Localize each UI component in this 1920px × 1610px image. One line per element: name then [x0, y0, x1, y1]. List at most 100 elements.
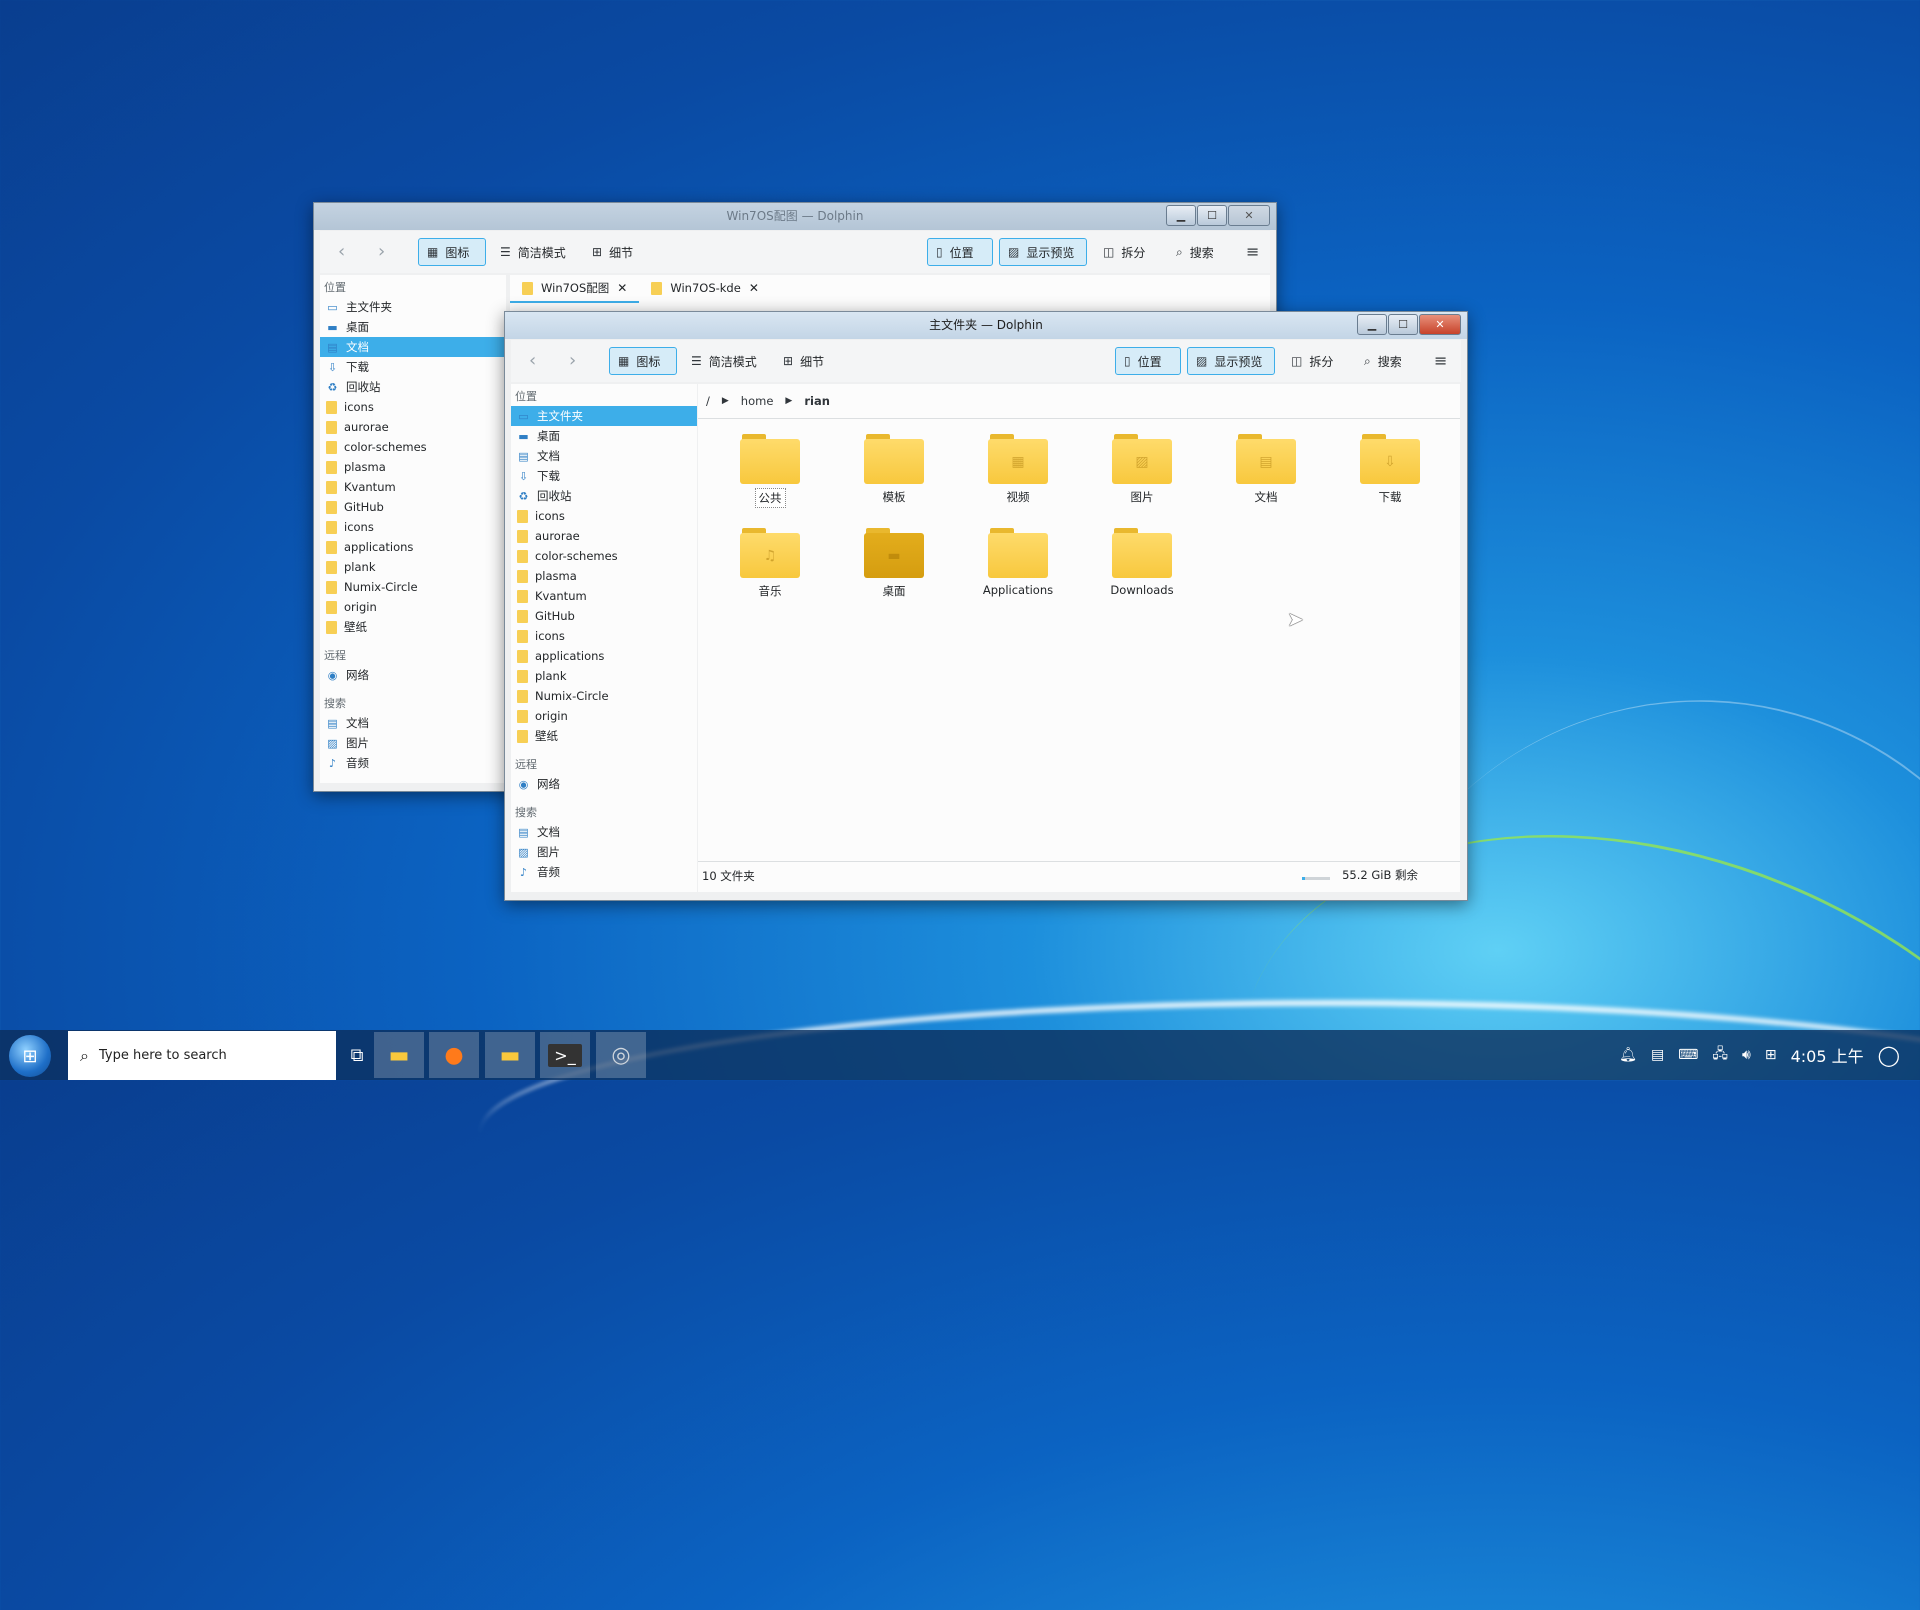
close-button[interactable]: ✕ [1419, 314, 1461, 335]
sidebar-item[interactable]: color-schemes [320, 437, 506, 457]
close-tab-icon[interactable]: ✕ [617, 281, 627, 295]
maximize-button[interactable]: ☐ [1197, 205, 1227, 226]
sidebar-search-item[interactable]: ▤ 文档 [511, 822, 697, 842]
sidebar-item[interactable]: Kvantum [511, 586, 697, 606]
sidebar-item[interactable]: ▭ 主文件夹 [511, 406, 697, 426]
minimize-button[interactable]: ▁ [1166, 205, 1196, 226]
file-item[interactable]: 模板 [844, 434, 944, 506]
sidebar-item[interactable]: ⇩ 下载 [511, 466, 697, 486]
free-space-bar[interactable] [1302, 877, 1330, 880]
sidebar-item[interactable]: plasma [320, 457, 506, 477]
file-item[interactable]: ▨ 图片 [1092, 434, 1192, 506]
forward-button[interactable]: › [561, 347, 584, 375]
sidebar-item[interactable]: ▭ 主文件夹 [320, 297, 506, 317]
tab-win7os[interactable]: Win7OS配图 ✕ [510, 275, 640, 303]
sidebar-item[interactable]: color-schemes [511, 546, 697, 566]
taskbar-folder[interactable]: ▬ [485, 1032, 535, 1078]
taskbar-terminal[interactable]: >_ [540, 1032, 590, 1078]
sidebar-item[interactable]: origin [320, 597, 506, 617]
icons-view-button[interactable]: ▦ 图标 [418, 238, 486, 266]
taskbar-search[interactable]: ⌕ Type here to search [68, 1031, 336, 1080]
sidebar-search-item[interactable]: ♪ 音频 [320, 753, 506, 773]
search-button[interactable]: ⌕ 搜索 [1356, 347, 1410, 375]
sidebar-item[interactable]: icons [511, 506, 697, 526]
file-item[interactable]: ▬ 桌面 [844, 528, 944, 600]
split-button[interactable]: ◫ 拆分 [1095, 238, 1153, 266]
sidebar-item[interactable]: applications [320, 537, 506, 557]
file-item[interactable]: ♫ 音乐 [720, 528, 820, 600]
sidebar-item[interactable]: aurorae [511, 526, 697, 546]
sidebar-item[interactable]: Numix-Circle [511, 686, 697, 706]
preview-toggle-button[interactable]: ▨ 显示预览 [1187, 347, 1275, 375]
maximize-button[interactable]: ☐ [1388, 314, 1418, 335]
sidebar-item[interactable]: plasma [511, 566, 697, 586]
menu-button[interactable]: ≡ [1238, 238, 1267, 266]
compact-view-button[interactable]: ☰ 简洁模式 [492, 238, 574, 266]
compact-view-button[interactable]: ☰ 简洁模式 [683, 347, 765, 375]
crumb-arrow-icon[interactable]: ▶ [785, 396, 792, 406]
sidebar-item[interactable]: applications [511, 646, 697, 666]
sidebar-item[interactable]: plank [511, 666, 697, 686]
sidebar-item-network[interactable]: ◉ 网络 [320, 665, 506, 685]
sidebar-item[interactable]: icons [320, 397, 506, 417]
start-button[interactable]: ⊞ [9, 1035, 51, 1077]
sidebar-item[interactable]: ▬ 桌面 [511, 426, 697, 446]
close-button[interactable]: ✕ [1228, 205, 1270, 226]
sidebar-item[interactable]: Kvantum [320, 477, 506, 497]
notification-bell-icon[interactable]: 🔔︎ [1619, 1047, 1637, 1063]
tab-win7os-kde[interactable]: Win7OS-kde ✕ [639, 275, 771, 301]
sidebar-item[interactable]: aurorae [320, 417, 506, 437]
taskbar-settings[interactable]: ◎ [596, 1032, 646, 1078]
taskbar-firefox[interactable]: ● [429, 1032, 479, 1078]
keyboard-icon[interactable]: ⌨ [1678, 1047, 1698, 1063]
file-item[interactable]: ⇩ 下载 [1340, 434, 1440, 506]
clock[interactable]: 4:05 上午 [1791, 1043, 1864, 1067]
sidebar-item[interactable]: GitHub [320, 497, 506, 517]
sidebar-item[interactable]: ▤ 文档 [320, 337, 506, 357]
file-item[interactable]: ▤ 文档 [1216, 434, 1316, 506]
file-item[interactable]: 公共 [720, 434, 820, 508]
file-item[interactable]: ▦ 视频 [968, 434, 1068, 506]
crumb-root[interactable]: / [706, 394, 710, 408]
sidebar-search-item[interactable]: ▤ 文档 [320, 713, 506, 733]
back-button[interactable]: ‹ [521, 347, 544, 375]
sidebar-item[interactable]: ▤ 文档 [511, 446, 697, 466]
sidebar-search-item[interactable]: ▨ 图片 [511, 842, 697, 862]
search-button[interactable]: ⌕ 搜索 [1168, 238, 1222, 266]
sidebar-search-item[interactable]: ♪ 音频 [511, 862, 697, 882]
sidebar-item[interactable]: plank [320, 557, 506, 577]
windows-grid-icon[interactable]: ⊞ [1765, 1047, 1777, 1063]
crumb-rian[interactable]: rian [804, 394, 830, 408]
forward-button[interactable]: › [370, 238, 393, 266]
window-titlebar[interactable]: 主文件夹 — Dolphin ▁ ☐ ✕ [505, 312, 1467, 339]
sidebar-item[interactable]: ▬ 桌面 [320, 317, 506, 337]
sidebar-item[interactable]: icons [320, 517, 506, 537]
sidebar-item[interactable]: ♻ 回收站 [511, 486, 697, 506]
split-button[interactable]: ◫ 拆分 [1283, 347, 1341, 375]
sidebar-item[interactable]: GitHub [511, 606, 697, 626]
cortana-icon[interactable]: ◯ [1878, 1043, 1900, 1067]
preview-toggle-button[interactable]: ▨ 显示预览 [999, 238, 1087, 266]
minimize-button[interactable]: ▁ [1357, 314, 1387, 335]
sidebar-item[interactable]: ♻ 回收站 [320, 377, 506, 397]
menu-button[interactable]: ≡ [1426, 347, 1455, 375]
sidebar-item[interactable]: 壁纸 [320, 617, 506, 637]
sidebar-item-network[interactable]: ◉ 网络 [511, 774, 697, 794]
crumb-arrow-icon[interactable]: ▶ [722, 396, 729, 406]
back-button[interactable]: ‹ [330, 238, 353, 266]
details-view-button[interactable]: ⊞ 细节 [775, 347, 832, 375]
volume-icon[interactable]: 🔊︎ [1742, 1047, 1751, 1063]
dolphin-window-front[interactable]: 主文件夹 — Dolphin ▁ ☐ ✕ ‹ › ▦ 图标 ☰ 简洁模式 ⊞ 细节 ▯… [504, 311, 1468, 901]
network-icon[interactable]: 🖧︎ [1712, 1043, 1728, 1067]
file-item[interactable]: Applications [968, 528, 1068, 598]
details-view-button[interactable]: ⊞ 细节 [584, 238, 641, 266]
crumb-home[interactable]: home [741, 394, 774, 408]
window-titlebar[interactable]: Win7OS配图 — Dolphin ▁ ☐ ✕ [314, 203, 1276, 230]
sidebar-item[interactable]: icons [511, 626, 697, 646]
clipboard-icon[interactable]: ▤ [1651, 1047, 1664, 1063]
sidebar-item[interactable]: 壁纸 [511, 726, 697, 746]
icons-view-button[interactable]: ▦ 图标 [609, 347, 677, 375]
places-toggle-button[interactable]: ▯ 位置 [1115, 347, 1181, 375]
sidebar-item[interactable]: ⇩ 下载 [320, 357, 506, 377]
sidebar-item[interactable]: origin [511, 706, 697, 726]
